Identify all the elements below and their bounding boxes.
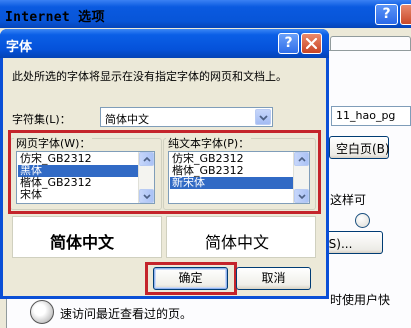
dropdown-arrow-icon (259, 115, 268, 121)
charset-label: 字符集(L)： (12, 113, 71, 126)
ok-button-highlight (145, 262, 237, 295)
background-text-fragment-2: 时使用户快 (330, 293, 391, 307)
help-icon: ? (284, 35, 293, 51)
internet-options-help-button[interactable]: ? (375, 4, 398, 25)
background-option-radio[interactable] (355, 213, 370, 228)
history-description: 速访问最近查看过的页。 (60, 307, 193, 321)
charset-dropdown-button[interactable] (255, 109, 271, 125)
web-font-preview: 简体中文 (12, 216, 162, 258)
charset-dropdown[interactable]: 简体中文 (100, 107, 273, 127)
history-icon (30, 300, 54, 324)
font-dialog-description: 此处所选的字体将显示在没有指定字体的网页和文档上。 (12, 70, 287, 83)
font-dialog-title: 字体 (6, 40, 33, 55)
close-icon (305, 37, 318, 50)
web-font-preview-text: 简体中文 (50, 233, 115, 252)
plain-font-preview-text: 简体中文 (205, 233, 270, 252)
cancel-button[interactable]: 取消 (236, 267, 311, 290)
blank-page-button[interactable]: 空白页(B) (329, 136, 390, 159)
internet-options-title: Internet 选项 (5, 10, 105, 25)
help-icon: ? (382, 6, 391, 22)
font-dialog-close-button[interactable] (301, 33, 322, 54)
plain-font-preview: 简体中文 (166, 216, 316, 258)
home-page-address-field[interactable]: 11_hao_pg (331, 106, 411, 126)
charset-value: 简体中文 (105, 113, 149, 126)
font-lists-highlight (8, 130, 321, 214)
internet-options-close-button[interactable] (400, 4, 411, 25)
font-dialog-help-button[interactable]: ? (278, 33, 299, 54)
background-text-fragment: 这样可 (330, 193, 367, 207)
